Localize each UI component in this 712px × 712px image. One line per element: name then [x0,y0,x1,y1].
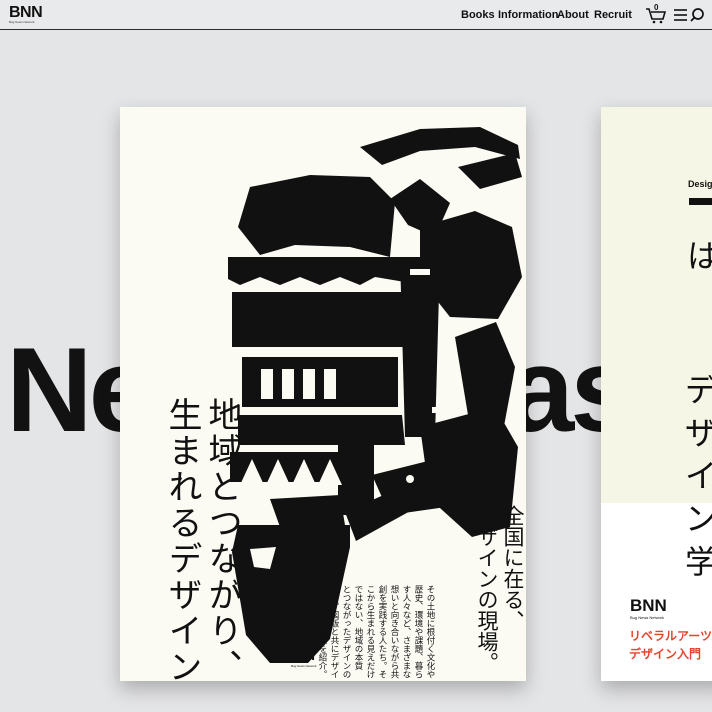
book2-title-char-4: ン [685,500,712,538]
cart-button[interactable]: 0 [645,3,667,24]
book1-title-line1: 地域とつながり、 [202,397,242,681]
book1-subtitle-line1: 全国に在る、 [501,505,525,631]
book1-body-line-8: とつながったデザインの [341,585,351,679]
site-logo-sub: Bug News Network [9,20,35,24]
hamburger-icon[interactable] [674,9,687,21]
site-header: BNN Bug News Network Books Information A… [0,0,712,30]
book2-red-line2: デザイン入門 [629,647,702,661]
book2-title-char-2: ザ [685,414,712,452]
nav-books[interactable]: Books [461,9,495,21]
book1-body-line-6: こから生まれる見えだけ [365,585,375,679]
book1-body-line-3: す人々など、さまざまな [401,585,411,679]
nav-information[interactable]: Information [498,9,559,21]
book2-title-char-5: 学 [685,543,712,581]
menu-search-group[interactable] [673,7,709,23]
book2-vertical-title: デ ザ イ ン 学 [685,369,712,584]
book1-publisher-sub: Bug News Network [291,664,317,668]
book2-title-char-3: イ [685,457,712,495]
book1-body-line-10: ンの背景と要点を紹介。 [317,585,327,679]
book1-body-line-5: 創を実践する人たち。そ [377,585,387,679]
book2-publisher-logo: BNN [630,596,667,615]
book2-red-line1: リベラルアーツ [629,629,712,643]
book1-body-line-7: ではない、地域の本質 [353,585,363,670]
site-logo[interactable]: BNN [9,5,43,21]
nav-about[interactable]: About [557,9,589,21]
book-cover-regional-design[interactable]: 生まれるデザイン。 地域とつながり、 デザインの現場。 全国に在る、 ンの背景と… [120,107,526,681]
search-icon[interactable] [690,8,704,22]
book1-publisher-logo: BNN [291,651,315,663]
book2-publisher-sub: Bug News Network [630,615,665,620]
book2-top-label: Desig [688,179,712,189]
cart-count: 0 [654,3,659,12]
book1-body-line-9: 数々。図版と共にデザイ [329,585,339,679]
book2-char-ha: は [687,237,712,275]
book1-body-line-4: 想いと向き合いながら共 [389,585,399,679]
book2-rule [689,198,712,205]
book2-title-char-1: デ [685,371,712,409]
book1-body-line-2: 歴史、環境や課題、暮ら [413,585,423,679]
book1-body-line-1: その土地に根付く文化や [425,585,435,679]
nav-recruit[interactable]: Recruit [594,9,632,21]
book-cover-design-intro[interactable]: Desig は デ ザ イ ン 学 BNN Bug News Network リ… [601,107,712,681]
